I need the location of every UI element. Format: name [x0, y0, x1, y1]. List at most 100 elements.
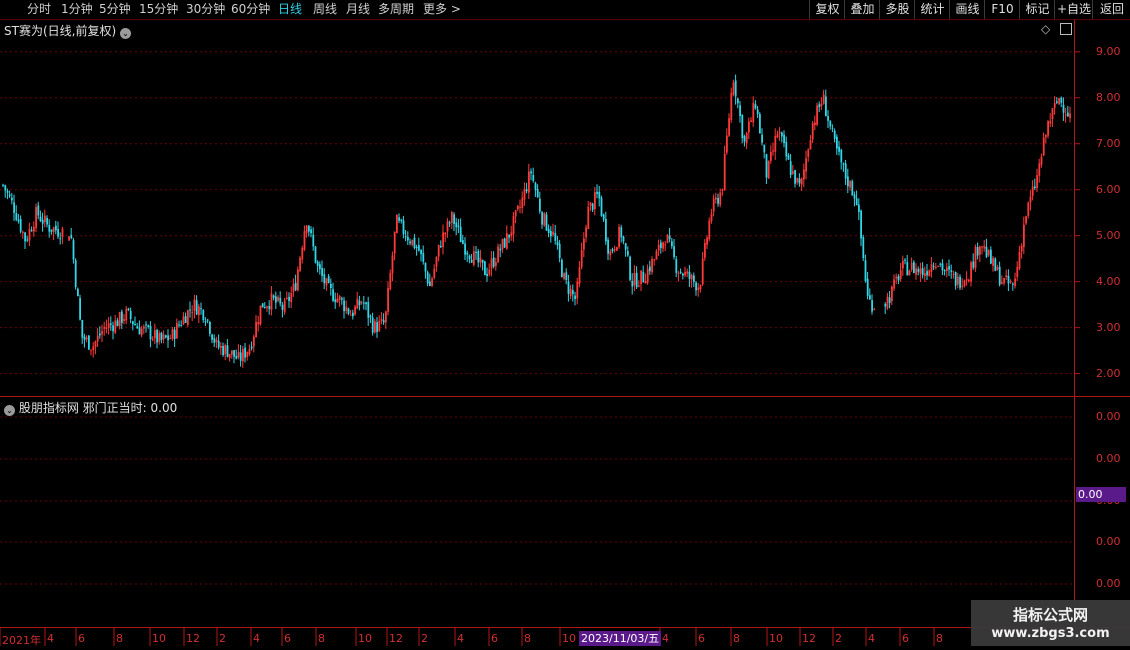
candle-body: [677, 272, 680, 274]
candle-body: [787, 155, 790, 160]
candle-body: [222, 345, 224, 356]
candle-body: [486, 273, 488, 277]
candle-body: [563, 273, 565, 279]
candle-body: [664, 244, 667, 246]
candle-body: [1064, 114, 1067, 116]
candle-body: [1031, 186, 1034, 196]
candle-body: [275, 296, 277, 303]
candle-body: [545, 214, 548, 231]
candle-body: [963, 280, 966, 287]
candle-body: [770, 151, 772, 161]
watermark: 指标公式网 www.zbgs3.com: [971, 600, 1130, 646]
candle-body: [233, 350, 235, 357]
candle-body: [679, 271, 682, 273]
candle-body: [151, 338, 154, 340]
chevron-down-icon[interactable]: ⌄: [119, 28, 131, 39]
candle-body: [633, 272, 636, 286]
candle-body: [288, 296, 290, 302]
candle-body: [123, 319, 125, 321]
candle-body: [127, 308, 130, 310]
candle-body: [838, 146, 840, 152]
candle-body: [226, 345, 229, 357]
indicator-tick-label: 0.00: [1096, 452, 1121, 465]
candle-body: [365, 302, 367, 305]
diamond-icon[interactable]: ◇: [1041, 22, 1050, 36]
x-axis-label: 12: [802, 632, 816, 645]
candle-body: [330, 283, 332, 288]
panel-maximize-icon[interactable]: [1060, 23, 1072, 35]
candle-body: [871, 300, 873, 312]
candle-body: [501, 239, 504, 250]
candle-body: [215, 339, 218, 342]
candle-body: [765, 154, 768, 178]
candle-body: [409, 241, 411, 244]
candle-body: [820, 103, 823, 106]
candle-body: [609, 251, 612, 256]
x-axis-label: 6: [902, 632, 909, 645]
candle-body: [983, 245, 986, 249]
candle-body: [836, 136, 838, 149]
candle-body: [666, 234, 669, 244]
candle-body: [534, 183, 537, 191]
candle-body: [528, 171, 530, 193]
candle-body: [220, 345, 222, 348]
x-axis-label: 8: [733, 632, 740, 645]
candle-body: [431, 278, 433, 286]
candle-body: [389, 273, 392, 290]
candle-body: [532, 175, 535, 181]
candle-body: [695, 282, 697, 291]
candle-body: [90, 349, 92, 351]
price-tick-label: 6.00: [1096, 182, 1121, 196]
candle-body: [4, 185, 7, 191]
candle-body: [992, 258, 994, 266]
candle-body: [635, 272, 638, 288]
candle-body: [138, 327, 141, 335]
candle-body: [1049, 121, 1052, 124]
candle-body: [279, 297, 282, 304]
candle-body: [363, 302, 365, 304]
candle-body: [1040, 156, 1043, 165]
indicator-current-value: 0.00: [1076, 487, 1126, 502]
candle-body: [1001, 282, 1003, 284]
candle-body: [224, 345, 227, 355]
candle-body: [497, 246, 499, 263]
candle-body: [726, 135, 728, 153]
candle-body: [354, 306, 356, 315]
candle-body: [1047, 121, 1049, 136]
candle-body: [994, 258, 997, 271]
candle-body: [345, 306, 348, 312]
candle-body: [440, 246, 442, 248]
candle-body: [921, 268, 924, 276]
candle-body: [1029, 196, 1032, 203]
candle-body: [651, 258, 653, 273]
candle-body: [176, 323, 178, 339]
candle-body: [704, 242, 706, 258]
candle-body: [946, 267, 948, 271]
candle-body: [710, 213, 713, 222]
candle-body: [334, 299, 337, 303]
candle-body: [781, 132, 783, 137]
candle-body: [935, 267, 937, 269]
candle-body: [492, 257, 495, 267]
candle-body: [943, 270, 946, 272]
candle-body: [569, 288, 572, 297]
candle-body: [129, 310, 132, 320]
candle-body: [107, 323, 110, 329]
candle-body: [442, 232, 444, 248]
candle-body: [917, 269, 920, 272]
kline-chart[interactable]: [0, 0, 1130, 650]
candle-body: [59, 238, 62, 240]
chevron-down-icon[interactable]: ⌄: [4, 405, 15, 416]
candle-body: [862, 237, 865, 259]
candle-body: [198, 306, 200, 316]
candle-body: [1069, 113, 1071, 118]
candle-body: [26, 239, 29, 241]
candle-body: [908, 270, 911, 276]
candle-body: [541, 212, 543, 225]
candle-body: [893, 279, 895, 289]
candle-body: [325, 278, 328, 286]
x-axis-label: 8: [318, 632, 325, 645]
candle-body: [774, 136, 777, 152]
candle-body: [79, 298, 81, 320]
candle-body: [231, 350, 233, 355]
